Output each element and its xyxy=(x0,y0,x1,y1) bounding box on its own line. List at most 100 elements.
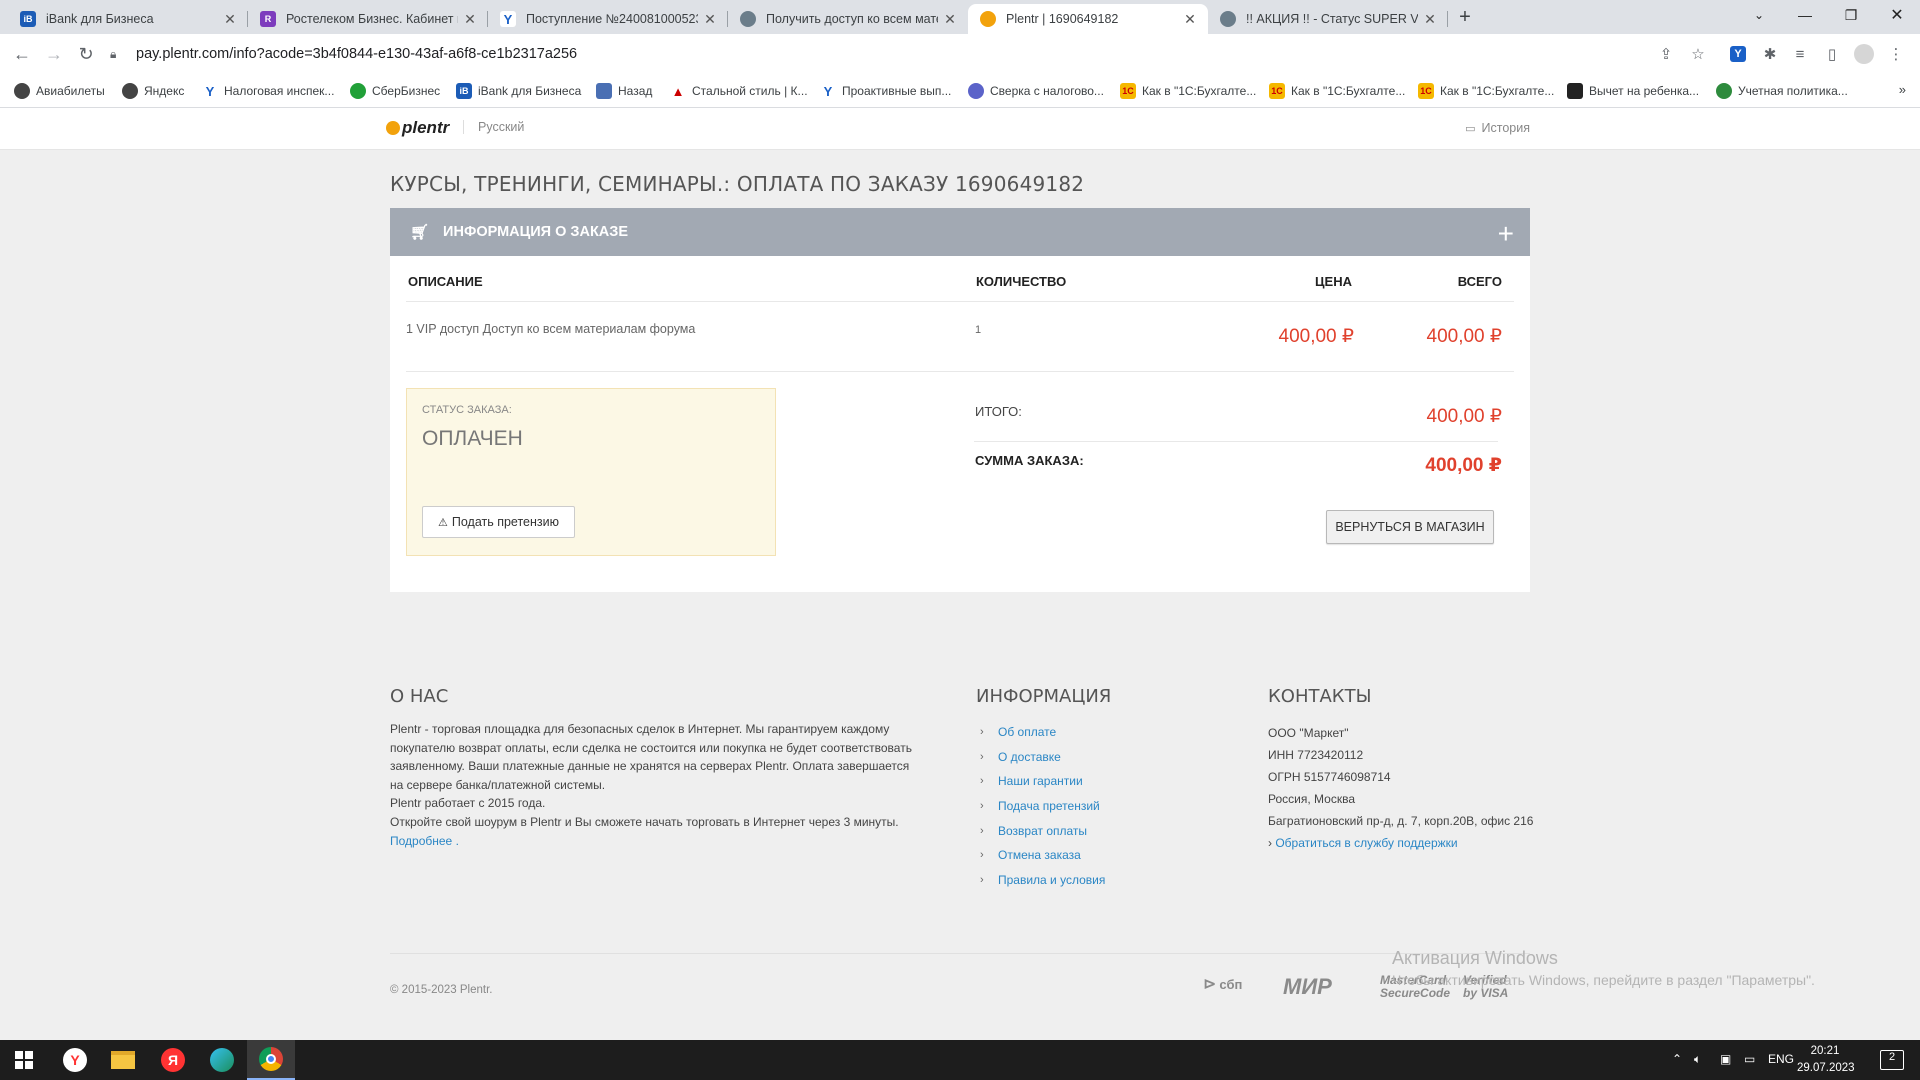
support-link[interactable]: Обратиться в службу поддержки xyxy=(1275,836,1457,850)
child-icon xyxy=(1567,83,1583,99)
maximize-button[interactable]: ❐ xyxy=(1828,0,1874,30)
close-window-button[interactable]: ✕ xyxy=(1874,0,1920,30)
close-tab-icon[interactable]: ✕ xyxy=(462,11,478,28)
media-control-icon[interactable]: ≡ xyxy=(1789,43,1811,65)
order-panel: 🛒︎ ИНФОРМАЦИЯ О ЗАКАЗЕ + ОПИСАНИЕ КОЛИЧЕ… xyxy=(390,208,1530,592)
info-link-item[interactable]: › Правила и условия xyxy=(980,868,1105,893)
tab-search-icon[interactable]: ⌄ xyxy=(1736,0,1782,30)
history-link[interactable]: ▭ История xyxy=(1465,121,1530,135)
notifications-icon[interactable]: 2 xyxy=(1880,1050,1904,1070)
browser-tab-active[interactable]: Plentr | 1690649182 ✕ xyxy=(968,4,1208,34)
bookmark-item[interactable]: ▲ Стальной стиль | К... xyxy=(670,82,808,100)
bookmark-item[interactable]: Авиабилеты xyxy=(14,82,105,100)
bookmark-item[interactable]: Вычет на ребенка... xyxy=(1567,82,1699,100)
order-info-header[interactable]: 🛒︎ ИНФОРМАЦИЯ О ЗАКАЗЕ + xyxy=(390,208,1530,256)
hardware-icon[interactable]: ▣ xyxy=(1720,1052,1731,1066)
contact-line: ИНН 7723420112 xyxy=(1268,748,1364,762)
info-link-item[interactable]: › О доставке xyxy=(980,745,1105,770)
browser-tab[interactable]: !! АКЦИЯ !! - Статус SUPER VIP с ✕ xyxy=(1208,4,1448,34)
info-link[interactable]: Правила и условия xyxy=(998,873,1105,887)
globe-icon xyxy=(14,83,30,99)
menu-dots-icon[interactable]: ⋮ xyxy=(1885,43,1907,65)
info-link-item[interactable]: › Наши гарантии xyxy=(980,769,1105,794)
network-icon[interactable]: ▭ xyxy=(1744,1052,1755,1066)
info-links: › Об оплате › О доставке › Наши гарантии › П… xyxy=(980,720,1105,892)
bookmark-item[interactable]: Назад xyxy=(596,82,652,100)
file-explorer-taskbar-icon[interactable] xyxy=(99,1040,147,1080)
logo-text: plentr xyxy=(402,118,450,137)
start-button[interactable] xyxy=(0,1040,48,1080)
close-tab-icon[interactable]: ✕ xyxy=(942,11,958,28)
info-link-item[interactable]: › Об оплате xyxy=(980,720,1105,745)
tray-overflow-icon[interactable]: ⌃ xyxy=(1672,1052,1682,1066)
close-tab-icon[interactable]: ✕ xyxy=(222,11,238,28)
bookmark-label: Авиабилеты xyxy=(36,84,105,98)
extensions-icon[interactable]: ✱ xyxy=(1759,43,1781,65)
language-selector[interactable]: Русский xyxy=(463,120,524,134)
chevron-right-icon: › xyxy=(980,750,984,763)
item-total: 400,00 ₽ xyxy=(1426,326,1502,347)
info-link[interactable]: Наши гарантии xyxy=(998,774,1083,788)
bookmark-item[interactable]: Y Проактивные вып... xyxy=(820,82,951,100)
notification-count: 2 xyxy=(1888,1051,1896,1063)
browser-tab[interactable]: Y Поступление №240081000523( ✕ xyxy=(488,4,728,34)
info-link-item[interactable]: › Подача претензий xyxy=(980,794,1105,819)
forward-icon[interactable]: → xyxy=(42,42,66,66)
order-status-box: СТАТУС ЗАКАЗА: ОПЛАЧЕН ⚠ Подать претензи… xyxy=(406,388,776,556)
share-icon[interactable]: ⇪ xyxy=(1655,43,1677,65)
address-bar[interactable]: 🔒︎ pay.plentr.com/info?acode=3b4f0844-e1… xyxy=(110,38,1716,70)
profile-avatar-icon[interactable] xyxy=(1853,43,1875,65)
browser-tab[interactable]: iB iBank для Бизнеса ✕ xyxy=(8,4,248,34)
minimize-button[interactable]: — xyxy=(1782,0,1828,30)
edge-taskbar-icon[interactable] xyxy=(198,1040,246,1080)
yandex-browser-taskbar-icon[interactable]: Y xyxy=(51,1040,99,1080)
new-tab-button[interactable]: + xyxy=(1452,6,1478,29)
about-more-link[interactable]: Подробнее xyxy=(390,834,452,848)
claim-button-label: Подать претензию xyxy=(451,515,559,529)
bookmark-label: Яндекс xyxy=(144,84,185,98)
file-claim-button[interactable]: ⚠ Подать претензию xyxy=(422,506,575,538)
contacts-title: КОНТАКТЫ xyxy=(1268,686,1372,707)
expand-plus-icon[interactable]: + xyxy=(1498,218,1514,250)
browser-tab[interactable]: Получить доступ ко всем матер ✕ xyxy=(728,4,968,34)
system-clock[interactable]: 20:21 29.07.2023 xyxy=(1797,1043,1855,1077)
sbp-logo-text: сбп xyxy=(1219,976,1243,992)
info-link[interactable]: О доставке xyxy=(998,750,1061,764)
back-icon[interactable]: ← xyxy=(10,42,34,66)
close-tab-icon[interactable]: ✕ xyxy=(702,11,718,28)
bookmark-item[interactable]: Яндекс xyxy=(122,82,184,100)
info-link-item[interactable]: › Отмена заказа xyxy=(980,843,1105,868)
support-link-row[interactable]: › Обратиться в службу поддержки xyxy=(1268,832,1533,854)
info-link-item[interactable]: › Возврат оплаты xyxy=(980,818,1105,843)
bookmark-item[interactable]: Y Налоговая инспек... xyxy=(202,82,334,100)
bookmark-item[interactable]: Учетная политика... xyxy=(1716,82,1848,100)
order-sum-value: 400,00 ₽ xyxy=(1425,455,1502,476)
info-link[interactable]: Возврат оплаты xyxy=(998,824,1087,838)
info-link[interactable]: Об оплате xyxy=(998,725,1056,739)
yandex-taskbar-icon[interactable]: Я xyxy=(149,1040,197,1080)
bookmark-item[interactable]: 1С Как в "1С:Бухгалте... xyxy=(1418,82,1554,100)
bookmarks-overflow-icon[interactable]: » xyxy=(1899,82,1906,97)
back-to-shop-button[interactable]: ВЕРНУТЬСЯ В МАГАЗИН xyxy=(1326,510,1494,544)
side-panel-icon[interactable]: ▯ xyxy=(1821,43,1843,65)
chevron-right-icon: › xyxy=(980,800,984,813)
plentr-icon xyxy=(980,11,996,27)
close-tab-icon[interactable]: ✕ xyxy=(1422,11,1438,28)
keyboard-language[interactable]: ENG xyxy=(1768,1052,1794,1066)
volume-muted-icon[interactable]: 🔈︎ xyxy=(1694,1052,1701,1067)
bookmark-item[interactable]: 1С Как в "1С:Бухгалте... xyxy=(1269,82,1405,100)
chrome-taskbar-icon[interactable] xyxy=(247,1040,295,1080)
bookmark-label: Налоговая инспек... xyxy=(224,84,335,98)
bookmark-star-icon[interactable]: ☆ xyxy=(1687,43,1709,65)
plentr-logo[interactable]: plentr xyxy=(386,118,449,138)
bookmark-item[interactable]: СберБизнес xyxy=(350,82,440,100)
bookmark-item[interactable]: 1С Как в "1С:Бухгалте... xyxy=(1120,82,1256,100)
close-tab-icon[interactable]: ✕ xyxy=(1182,11,1198,28)
reload-icon[interactable]: ↻ xyxy=(74,42,98,66)
info-link[interactable]: Подача претензий xyxy=(998,799,1100,813)
browser-tab[interactable]: R Ростелеком Бизнес. Кабинет юр ✕ xyxy=(248,4,488,34)
yandex-extension-icon[interactable]: Y xyxy=(1727,43,1749,65)
info-link[interactable]: Отмена заказа xyxy=(998,848,1081,862)
bookmark-item[interactable]: iB iBank для Бизнеса xyxy=(456,82,581,100)
bookmark-item[interactable]: Сверка с налогово... xyxy=(968,82,1104,100)
